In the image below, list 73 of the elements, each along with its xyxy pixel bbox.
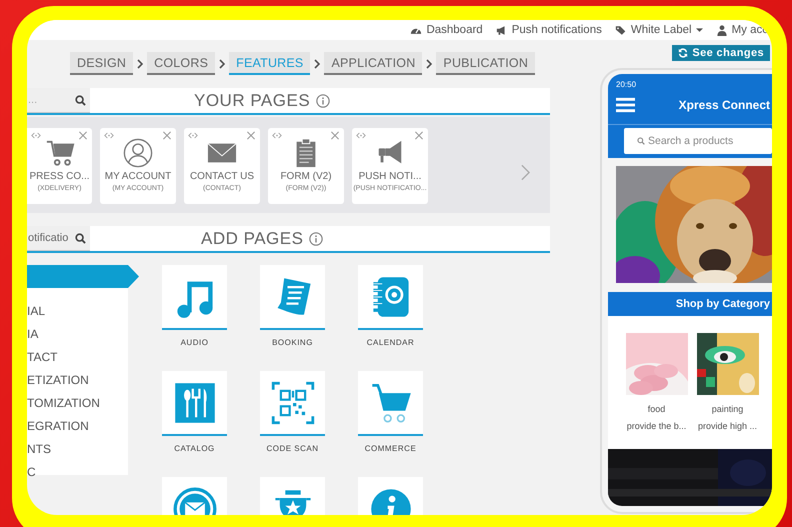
close-icon[interactable] xyxy=(162,131,172,140)
search-field[interactable]: otificatio xyxy=(27,226,90,251)
category-item[interactable]: ETIZATION xyxy=(27,369,128,392)
user-icon xyxy=(716,24,728,36)
section-title: YOUR PAGES xyxy=(194,90,310,110)
tile-label: CALENDAR xyxy=(366,338,414,347)
close-icon[interactable] xyxy=(246,131,256,140)
nav-link[interactable]: Push notifications xyxy=(496,24,602,36)
feature-tile[interactable] xyxy=(260,265,325,330)
category-bar: Shop by Category xyxy=(608,292,772,316)
drag-icon xyxy=(188,131,198,140)
app-title: Xpress Connect xyxy=(678,98,770,112)
nav-link[interactable]: Dashboard xyxy=(410,24,483,36)
step-tab[interactable]: PUBLICATION xyxy=(436,52,536,75)
see-changes-button[interactable]: See changes xyxy=(672,45,770,61)
page-title: MY ACCOUNT xyxy=(104,171,172,182)
category-item[interactable]: TACT xyxy=(27,346,128,369)
feature-tile[interactable] xyxy=(162,371,227,436)
category-item[interactable]: EGRATION xyxy=(27,415,128,438)
person-icon xyxy=(123,138,153,168)
search-icon xyxy=(75,95,86,106)
category-item[interactable]: IAL xyxy=(27,300,128,323)
tile-label: COMMERCE xyxy=(364,444,416,453)
status-time: 20:50 xyxy=(616,80,636,89)
step-tab[interactable]: APPLICATION xyxy=(324,52,422,75)
chevron-icon xyxy=(137,58,144,68)
category-item[interactable]: NTS xyxy=(27,438,128,461)
drag-icon xyxy=(31,131,41,140)
step-tab[interactable]: COLORS xyxy=(147,52,216,75)
page-title: PUSH NOTI... xyxy=(358,171,422,182)
feature-tile[interactable] xyxy=(358,265,423,330)
search-icon xyxy=(75,233,86,244)
info-icon xyxy=(309,232,324,246)
tile-label: AUDIO xyxy=(180,338,208,347)
chevron-icon xyxy=(426,58,432,68)
page-title: CONTACT US xyxy=(190,171,254,182)
chevron-icon xyxy=(219,58,226,68)
category-description: provide the b... xyxy=(626,421,686,431)
page-title: PRESS CO... xyxy=(29,171,90,182)
feature-tile[interactable] xyxy=(162,265,227,330)
category-description: provide high ... xyxy=(698,421,758,431)
search-field[interactable]: ... xyxy=(27,88,90,113)
tile-label: CODE SCAN xyxy=(266,444,319,453)
drag-icon xyxy=(356,131,366,140)
section-title: ADD PAGES xyxy=(201,228,304,248)
qr-code-icon xyxy=(270,380,314,424)
category-item[interactable]: TOMIZATION xyxy=(27,392,128,415)
close-icon[interactable] xyxy=(78,131,88,140)
cutlery-icon xyxy=(172,380,216,424)
product-search-field[interactable]: Search a products xyxy=(624,128,772,154)
page-title: FORM (V2) xyxy=(280,171,332,182)
info-icon xyxy=(316,94,330,108)
feature-tile[interactable] xyxy=(260,371,325,436)
close-icon[interactable] xyxy=(330,131,340,140)
drag-icon xyxy=(272,131,282,140)
cart-icon xyxy=(44,138,74,168)
menu-icon[interactable] xyxy=(616,97,635,113)
category-name: food xyxy=(648,404,666,414)
nav-link[interactable]: White Label xyxy=(614,24,703,36)
category-item[interactable]: C xyxy=(27,461,128,484)
close-icon[interactable] xyxy=(414,131,424,140)
drag-icon xyxy=(104,131,114,140)
chevron-icon xyxy=(314,58,320,68)
category-item[interactable]: IA xyxy=(27,323,128,346)
search-icon xyxy=(637,137,645,145)
feature-tile[interactable] xyxy=(358,371,423,436)
refresh-icon xyxy=(678,48,688,58)
tag-icon xyxy=(614,24,627,36)
category-name: painting xyxy=(712,404,744,414)
tile-label: BOOKING xyxy=(272,338,313,347)
tile-label: CATALOG xyxy=(174,444,215,453)
category-item[interactable] xyxy=(27,265,139,288)
step-tab[interactable]: DESIGN xyxy=(70,52,134,75)
